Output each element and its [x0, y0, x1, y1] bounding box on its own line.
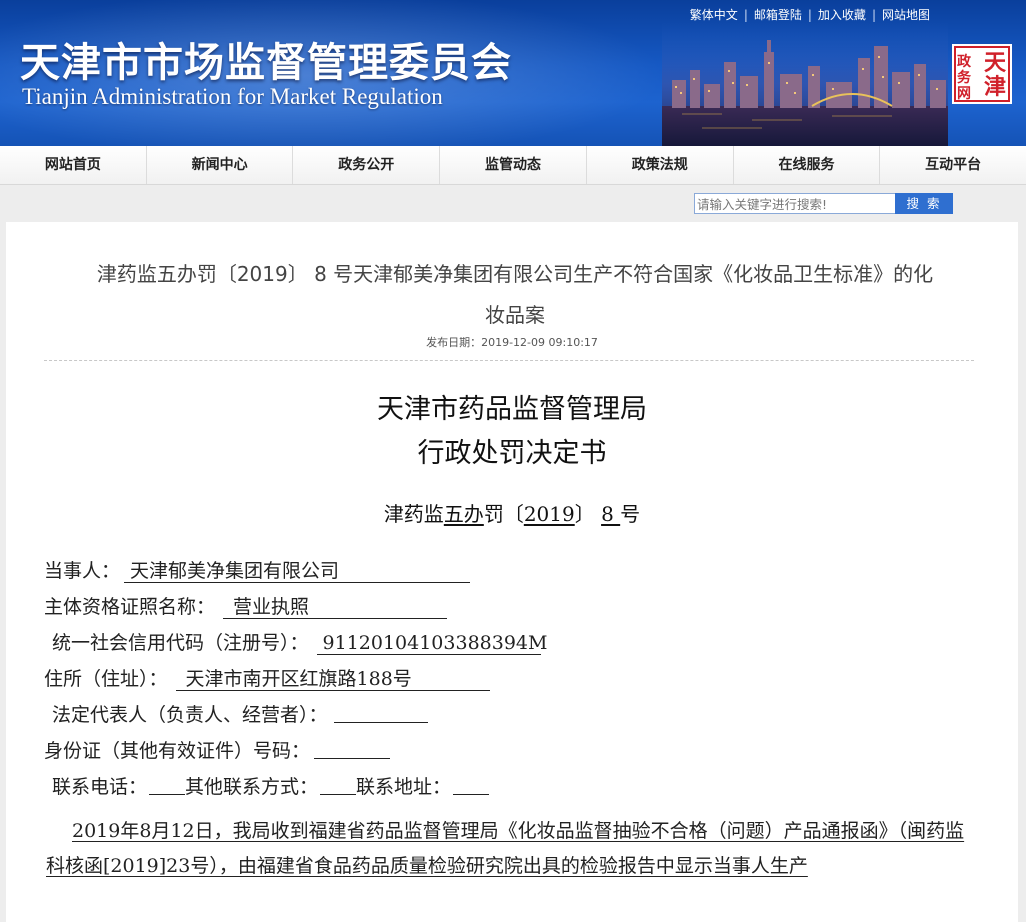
search-button[interactable]: 搜 索 [895, 193, 953, 214]
nav-interaction-platform[interactable]: 互动平台 [880, 146, 1026, 184]
svg-text:网: 网 [957, 86, 971, 102]
doc-number-mid: 〕 [574, 502, 602, 526]
nav-news-center[interactable]: 新闻中心 [147, 146, 294, 184]
field-id-number-label: 身份证（其他有效证件）号码： [44, 740, 311, 762]
field-credit-code-label: 统一社会信用代码（注册号）： [52, 632, 309, 654]
nav-government-affairs[interactable]: 政务公开 [293, 146, 441, 184]
link-traditional-chinese[interactable]: 繁体中文 [690, 8, 738, 22]
main-nav: 网站首页 新闻中心 政务公开 监管动态 政策法规 在线服务 互动平台 [0, 146, 1026, 185]
svg-text:政: 政 [957, 53, 972, 70]
svg-text:天: 天 [984, 50, 1007, 76]
publish-date-label: 发布日期： [426, 336, 482, 349]
document-heading: 天津市药品监督管理局 行政处罚决定书 [6, 388, 1018, 476]
document-heading-agency: 天津市药品监督管理局 [377, 394, 647, 425]
link-sitemap[interactable]: 网站地图 [882, 8, 930, 22]
svg-text:津: 津 [984, 74, 1006, 100]
site-subtitle-en: Tianjin Administration for Market Regula… [22, 84, 443, 109]
doc-number-suffix: 号 [620, 502, 641, 526]
field-legal-rep-blank [333, 704, 428, 723]
document-body: 2019年8月12日，我局收到福建省药品监督管理局《化妆品监督抽验不合格（问题）… [46, 820, 965, 877]
article-title: 津药监五办罚〔2019〕 8 号天津郁美净集团有限公司生产不符合国家《化妆品卫生… [96, 262, 934, 327]
field-address-value: 天津市南开区红旗路188号 [175, 668, 490, 691]
title-divider [44, 360, 974, 361]
doc-number-num: 8 [601, 502, 621, 526]
field-id-number: 身份证（其他有效证件）号码： [44, 736, 391, 763]
publish-date-value: 2019-12-09 09:10:17 [481, 336, 598, 349]
field-party-label: 当事人： [44, 560, 121, 582]
field-contact-address-blank [453, 776, 490, 795]
doc-number-prefix: 津药监 [383, 502, 444, 526]
doc-number-agency: 五办 [443, 502, 484, 526]
document-heading-type: 行政处罚决定书 [417, 438, 607, 469]
field-phone-blank [149, 776, 186, 795]
top-links: 繁体中文 | 邮箱登陆 | 加入收藏 | 网站地图 [689, 8, 930, 22]
publish-date: 发布日期：2019-12-09 09:10:17 [6, 334, 1018, 350]
field-legal-rep: 法定代表人（负责人、经营者）： [52, 700, 428, 727]
field-other-contact-blank [320, 776, 357, 795]
field-id-number-blank [314, 740, 391, 759]
link-mail-login[interactable]: 邮箱登陆 [754, 8, 802, 22]
link-add-favorite[interactable]: 加入收藏 [818, 8, 866, 22]
nav-regulatory-updates[interactable]: 监管动态 [440, 146, 587, 184]
site-header: 天津市市场监督管理委员会 Tianjin Administration for … [0, 0, 1026, 146]
field-certificate-label: 主体资格证照名称： [44, 596, 216, 618]
field-contacts: 联系电话： 其他联系方式： 联系地址： [52, 772, 490, 799]
site-title[interactable]: 天津市市场监督管理委员会 [20, 30, 512, 88]
article-content: 津药监五办罚〔2019〕 8 号天津郁美净集团有限公司生产不符合国家《化妆品卫生… [6, 222, 1018, 922]
nav-online-services[interactable]: 在线服务 [734, 146, 881, 184]
field-address-label: 住所（住址）： [44, 668, 168, 690]
field-credit-code: 统一社会信用代码（注册号）： 91120104103388394M [52, 628, 547, 655]
field-credit-code-value: 91120104103388394M [316, 632, 547, 655]
field-legal-rep-label: 法定代表人（负责人、经营者）： [52, 704, 328, 726]
field-party-value: 天津郁美净集团有限公司 [124, 560, 471, 583]
field-certificate-value: 营业执照 [223, 596, 448, 619]
field-address: 住所（住址）： 天津市南开区红旗路188号 [44, 664, 490, 691]
field-certificate: 主体资格证照名称： 营业执照 [44, 592, 448, 619]
search-input[interactable] [694, 193, 896, 214]
cityscape-image [662, 22, 948, 146]
nav-policies-regulations[interactable]: 政策法规 [587, 146, 734, 184]
field-party: 当事人： 天津郁美净集团有限公司 [44, 556, 471, 583]
field-contact-address-label: 联系地址： [356, 776, 452, 798]
field-other-contact-label: 其他联系方式： [185, 776, 319, 798]
document-number: 津药监五办罚〔2019〕 8 号 [6, 498, 1018, 527]
doc-number-type: 罚〔 [483, 502, 524, 526]
field-phone-label: 联系电话： [52, 776, 148, 798]
svg-text:务: 务 [957, 69, 972, 86]
nav-home[interactable]: 网站首页 [0, 146, 147, 184]
doc-number-year: 2019 [523, 502, 575, 526]
tianjin-gov-seal-icon[interactable]: 天 津 政 务 网 [952, 44, 1012, 104]
